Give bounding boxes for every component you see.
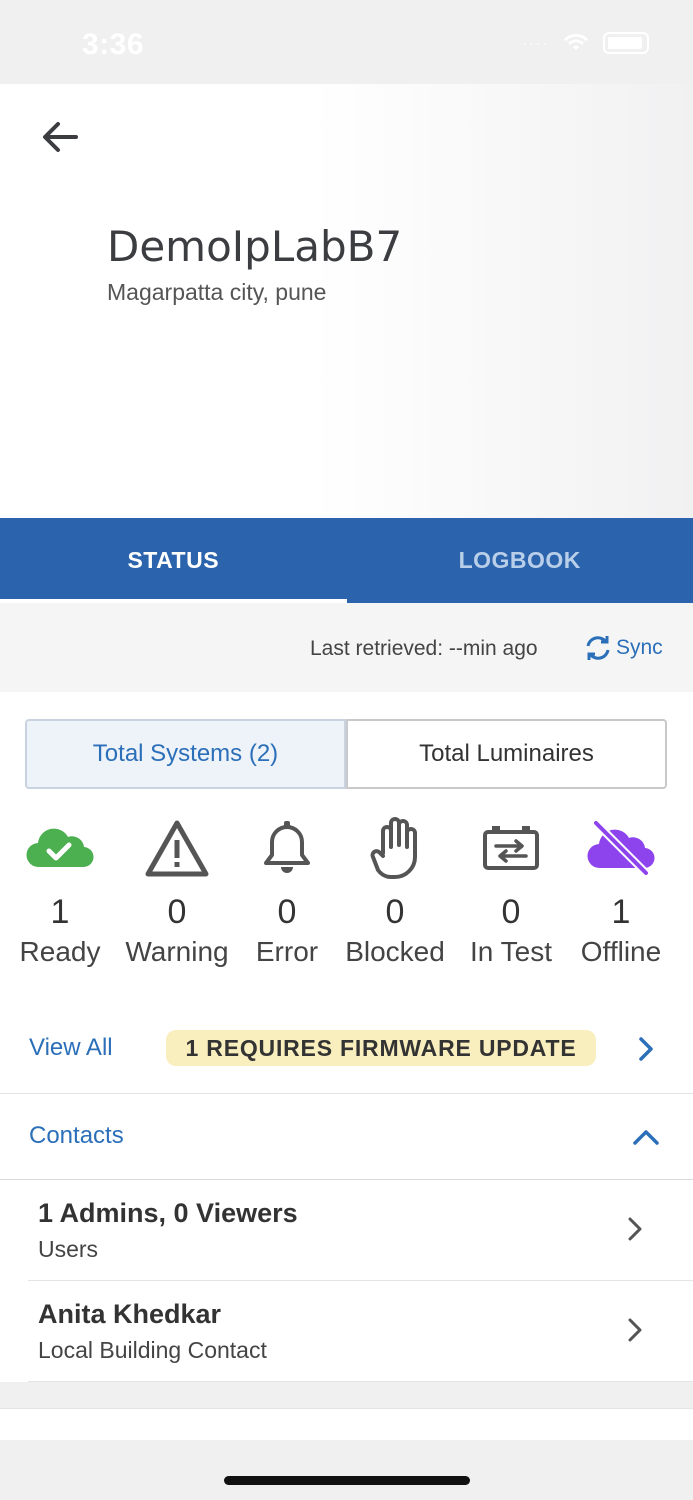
stat-ready[interactable]: 1 Ready (0, 812, 125, 968)
next-section (0, 1408, 693, 1440)
contact-row-users[interactable]: 1 Admins, 0 Viewers Users (0, 1180, 693, 1280)
tab-status[interactable]: STATUS (0, 518, 347, 603)
status-time: 3:36 (82, 28, 145, 61)
home-indicator[interactable] (224, 1476, 470, 1485)
chevron-right-icon (639, 1037, 653, 1061)
sync-button[interactable]: Sync (584, 633, 663, 663)
stat-count: 1 (50, 893, 70, 931)
chevron-up-icon (633, 1130, 659, 1145)
section-gap (0, 1382, 693, 1408)
signal-icon: ···· (522, 35, 549, 51)
segment-total-luminaires[interactable]: Total Luminaires (346, 719, 667, 789)
cloud-off-icon (587, 820, 655, 876)
hand-icon (370, 817, 417, 879)
sync-icon (586, 636, 610, 660)
home-area (0, 1440, 693, 1500)
status-bar: 3:36 ···· (0, 0, 693, 84)
contact-secondary: Local Building Contact (38, 1337, 267, 1363)
segment-total-systems[interactable]: Total Systems (2) (25, 719, 346, 789)
status-icons: ···· (522, 32, 649, 54)
warning-triangle-icon (145, 820, 209, 877)
stat-offline[interactable]: 1 Offline (556, 812, 686, 968)
contacts-header[interactable]: Contacts (0, 1094, 693, 1180)
view-all-row[interactable]: View All 1 REQUIRES FIRMWARE UPDATE (0, 1014, 693, 1094)
cloud-check-icon (26, 828, 94, 868)
stat-count: 0 (385, 893, 405, 931)
status-panel: Total Systems (2) Total Luminaires 1 Rea… (0, 692, 693, 1382)
view-all-link[interactable]: View All (29, 1034, 113, 1062)
retrieval-bar: Last retrieved: --min ago Sync (0, 603, 693, 692)
stat-label: Offline (580, 936, 662, 967)
contact-row-building-contact[interactable]: Anita Khedkar Local Building Contact (0, 1281, 693, 1381)
stat-label: Blocked (345, 936, 445, 967)
firmware-update-badge: 1 REQUIRES FIRMWARE UPDATE (166, 1030, 596, 1066)
arrow-left-icon (43, 122, 78, 152)
contacts-title: Contacts (29, 1122, 124, 1149)
contact-secondary: Users (38, 1236, 99, 1262)
contact-primary: Anita Khedkar (38, 1299, 222, 1329)
chevron-right-icon (628, 1217, 642, 1241)
wifi-icon (564, 34, 588, 50)
site-address: Magarpatta city, pune (107, 279, 327, 305)
tab-logbook[interactable]: LOGBOOK (347, 518, 693, 603)
site-header (0, 84, 693, 518)
test-battery-icon (483, 826, 539, 870)
back-button[interactable] (38, 114, 84, 160)
status-summary: 1 Ready 0 Warning 0 Error 0 Blocked 0 In… (0, 812, 693, 982)
battery-icon (603, 32, 649, 54)
site-name: DemoIpLabB7 (107, 222, 403, 271)
tab-bar: STATUS LOGBOOK (0, 518, 693, 603)
chevron-right-icon (628, 1318, 642, 1342)
sync-label: Sync (616, 636, 663, 659)
bell-icon (264, 821, 310, 873)
stat-blocked[interactable]: 0 Blocked (330, 812, 460, 968)
stat-count: 1 (611, 893, 631, 931)
stat-label: Ready (19, 936, 101, 967)
last-retrieved-text: Last retrieved: --min ago (310, 637, 538, 660)
contact-primary: 1 Admins, 0 Viewers (38, 1198, 298, 1228)
